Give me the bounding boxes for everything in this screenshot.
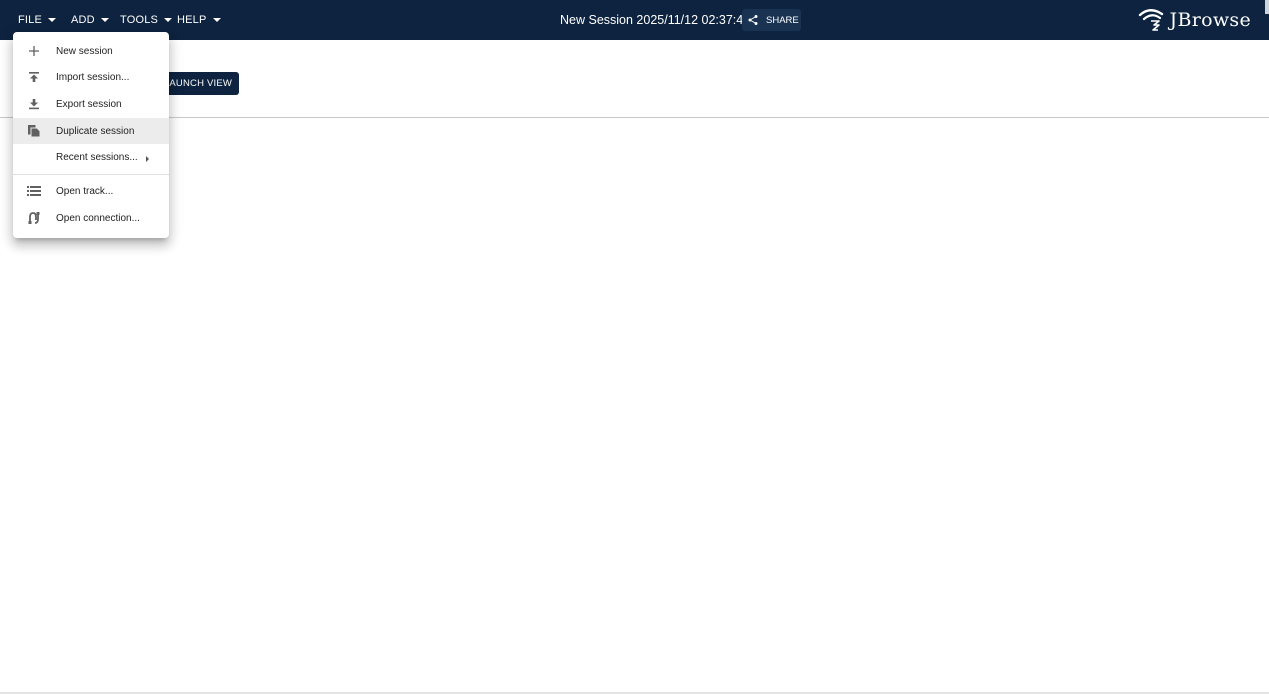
connection-icon [26, 210, 42, 226]
share-label: SHARE [766, 14, 799, 26]
menu-tools-label: TOOLS [120, 14, 159, 26]
submenu-arrow-icon [146, 156, 149, 162]
menu-file-label: FILE [18, 14, 43, 26]
share-button[interactable]: SHARE [742, 9, 801, 31]
file-menu-dropdown: New session Import session... Export ses… [13, 32, 169, 238]
app-bar: FILE ADD TOOLS HELP New Session 2025/11/… [0, 0, 1269, 40]
logo-text: JBrowse [1169, 9, 1251, 31]
caret-down-icon [48, 18, 57, 22]
menu-item-label: Duplicate session [56, 125, 135, 137]
session-title[interactable]: New Session 2025/11/12 02:37:40 [560, 0, 750, 40]
copy-icon [26, 123, 42, 139]
menu-item-label: Export session [56, 98, 122, 110]
menu-help-button[interactable]: HELP [177, 0, 221, 40]
menu-item-label: Recent sessions... [56, 151, 138, 163]
menu-item-duplicate-session[interactable]: Duplicate session [13, 118, 169, 144]
menu-item-export-session[interactable]: Export session [13, 91, 169, 117]
menu-item-import-session[interactable]: Import session... [13, 64, 169, 90]
menu-item-recent-sessions[interactable]: Recent sessions... [13, 144, 169, 170]
menu-add-label: ADD [71, 14, 95, 26]
scrollbar-nub [1265, 0, 1269, 14]
caret-down-icon [212, 18, 221, 22]
menu-item-label: New session [56, 45, 113, 57]
menu-item-open-track[interactable]: Open track... [13, 178, 169, 204]
jbrowse-logo-icon [1138, 9, 1163, 31]
menu-item-label: Open track... [56, 185, 114, 197]
share-icon [748, 15, 758, 25]
download-icon [26, 96, 42, 112]
jbrowse-logo: JBrowse [1138, 6, 1251, 34]
menu-item-open-connection[interactable]: Open connection... [13, 205, 169, 231]
caret-down-icon [100, 18, 109, 22]
menu-item-new-session[interactable]: New session [13, 38, 169, 64]
menu-help-label: HELP [177, 14, 207, 26]
menu-item-label: Import session... [56, 71, 130, 83]
upload-icon [26, 69, 42, 85]
plus-icon [26, 43, 42, 59]
menu-item-label: Open connection... [56, 212, 140, 224]
view-divider [0, 117, 1269, 118]
launch-view-button[interactable]: LAUNCH VIEW [157, 72, 239, 95]
menu-separator [13, 174, 169, 175]
list-icon [26, 183, 42, 199]
caret-down-icon [164, 18, 173, 22]
